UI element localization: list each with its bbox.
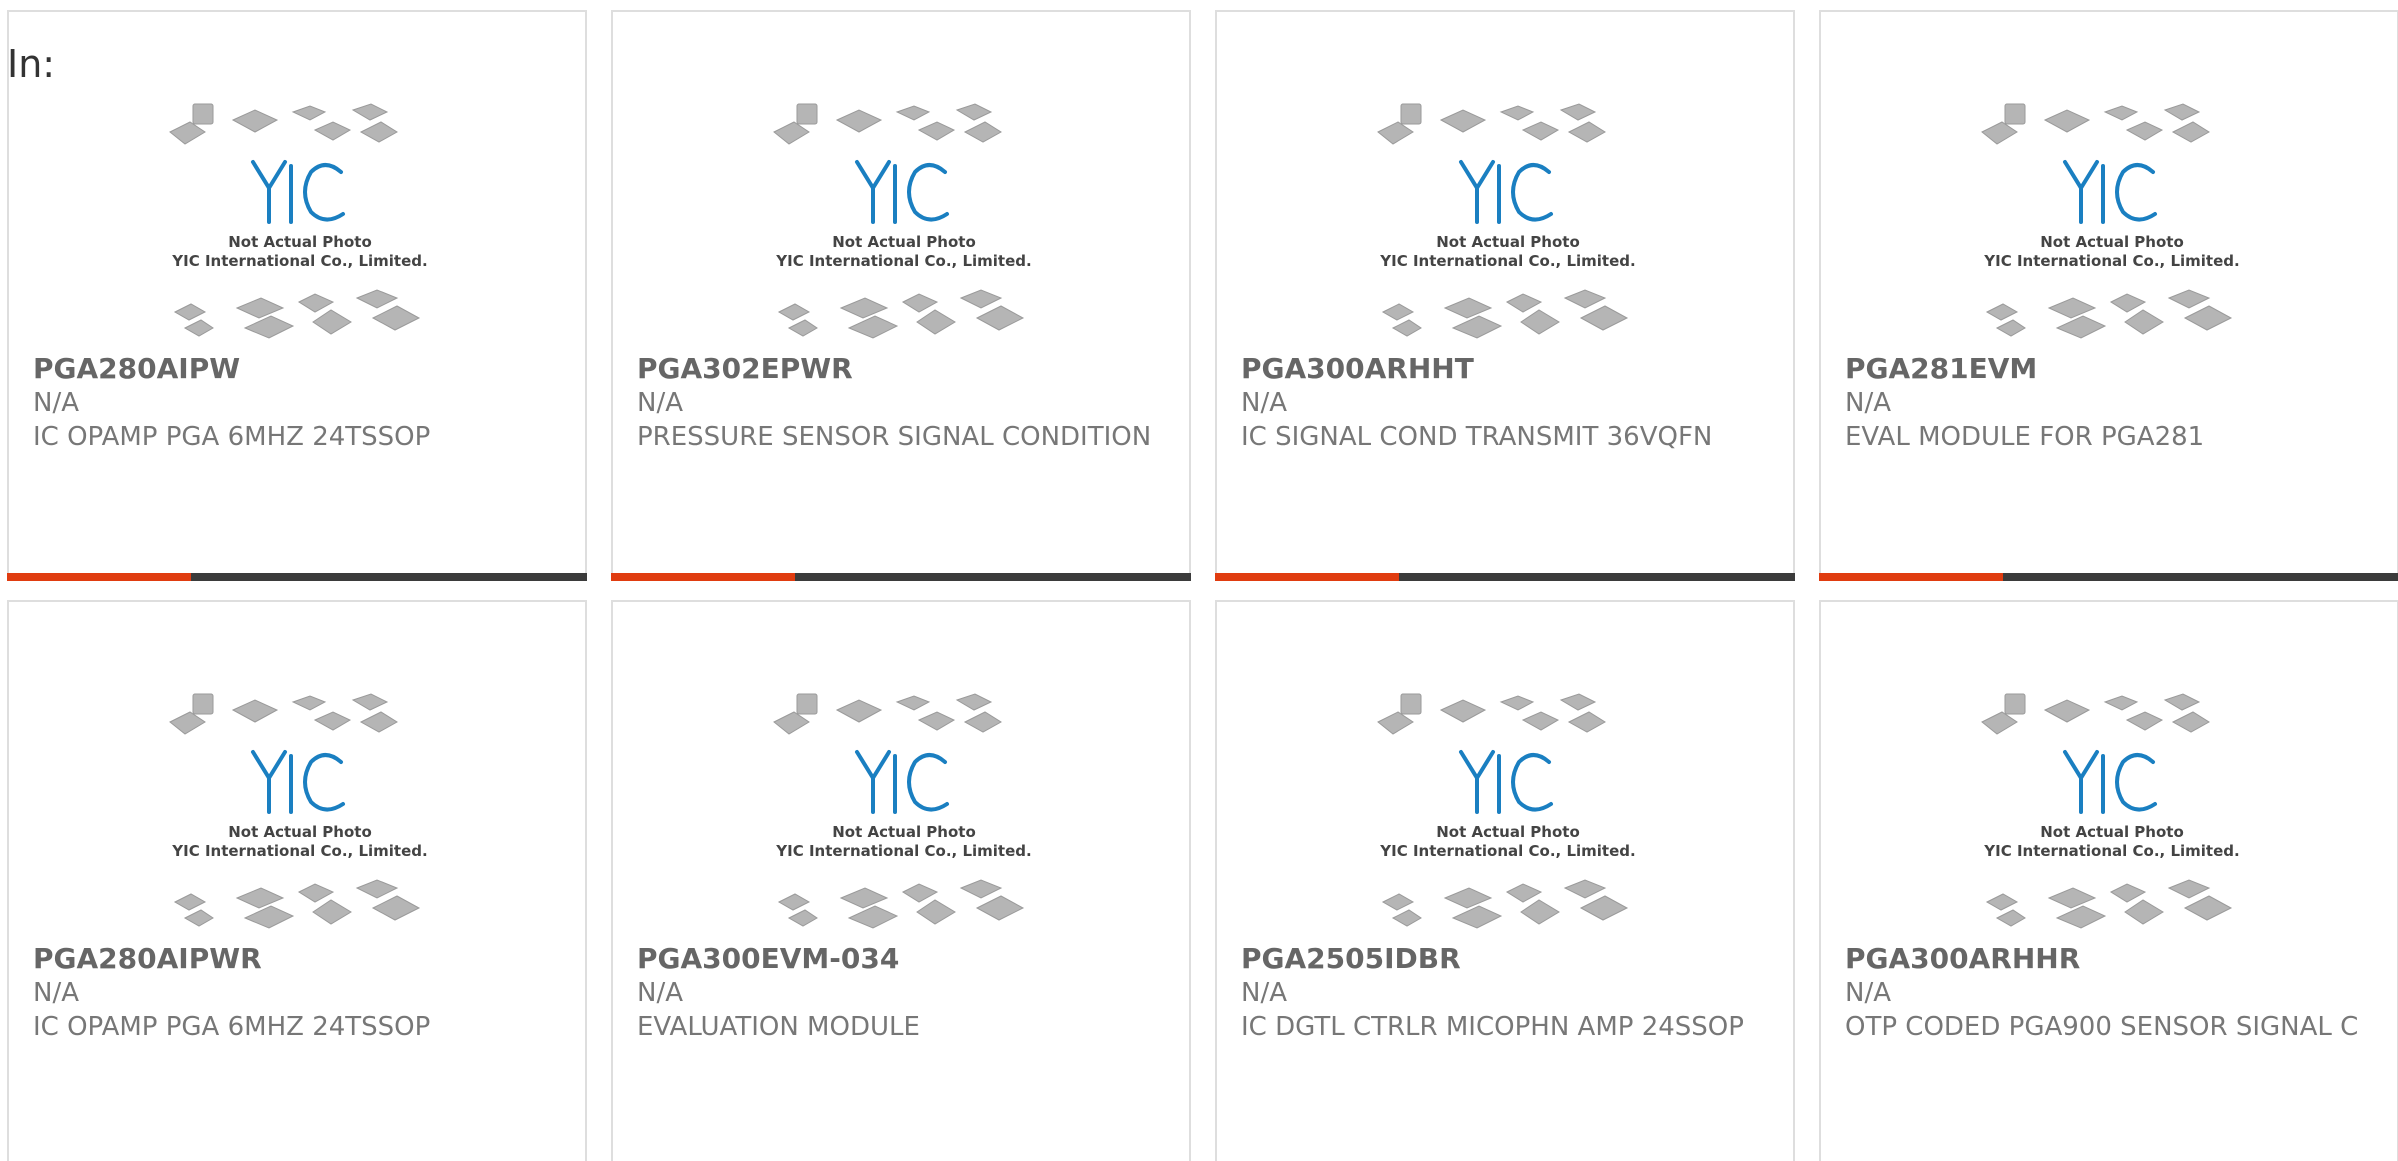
placeholder-image: Not Actual Photo YIC International Co., … (773, 103, 1032, 339)
part-number[interactable]: PGA300ARHHR (1845, 942, 2080, 976)
card-accent-bar (7, 573, 191, 581)
product-card[interactable]: Not Actual Photo YIC International Co., … (7, 10, 587, 581)
manufacturer: N/A (1241, 388, 1287, 418)
card-footer-bar (1215, 573, 1795, 581)
product-card[interactable]: Not Actual Photo YIC International Co., … (611, 10, 1191, 581)
product-description: OTP CODED PGA900 SENSOR SIGNAL C (1845, 1012, 2359, 1042)
product-card[interactable]: Not Actual Photo YIC International Co., … (7, 600, 587, 1161)
svg-text:Not Actual Photo: Not Actual Photo (832, 823, 976, 841)
placeholder-image: Not Actual Photo YIC International Co., … (169, 103, 428, 339)
part-number[interactable]: PGA281EVM (1845, 352, 2037, 386)
product-description: IC OPAMP PGA 6MHZ 24TSSOP (33, 422, 431, 452)
product-description: IC DGTL CTRLR MICOPHN AMP 24SSOP (1241, 1012, 1744, 1042)
product-description: EVAL MODULE FOR PGA281 (1845, 422, 2205, 452)
manufacturer: N/A (33, 978, 79, 1008)
svg-text:Not Actual Photo: Not Actual Photo (228, 233, 372, 251)
card-accent-bar (1819, 573, 2003, 581)
product-grid: Not Actual Photo YIC International Co., … (7, 10, 2398, 1161)
svg-text:Not Actual Photo: Not Actual Photo (228, 823, 372, 841)
svg-text:YIC International Co., Limited: YIC International Co., Limited. (775, 842, 1031, 860)
product-card[interactable]: Not Actual Photo YIC International Co., … (1215, 600, 1795, 1161)
placeholder-image: Not Actual Photo YIC International Co., … (1377, 693, 1636, 929)
manufacturer: N/A (33, 388, 79, 418)
svg-text:YIC International Co., Limited: YIC International Co., Limited. (775, 252, 1031, 270)
part-number[interactable]: PGA2505IDBR (1241, 942, 1461, 976)
svg-text:Not Actual Photo: Not Actual Photo (2040, 233, 2184, 251)
placeholder-image: Not Actual Photo YIC International Co., … (1981, 103, 2240, 339)
card-footer-bar (1819, 573, 2398, 581)
svg-text:YIC International Co., Limited: YIC International Co., Limited. (1379, 252, 1635, 270)
card-footer-bar (7, 573, 587, 581)
manufacturer: N/A (637, 978, 683, 1008)
svg-text:YIC International Co., Limited: YIC International Co., Limited. (171, 842, 427, 860)
svg-text:YIC International Co., Limited: YIC International Co., Limited. (171, 252, 427, 270)
manufacturer: N/A (1845, 978, 1891, 1008)
product-listing-page: In: Not Actual Photo YIC International C… (0, 0, 2398, 1161)
product-card[interactable]: Not Actual Photo YIC International Co., … (1819, 600, 2398, 1161)
manufacturer: N/A (637, 388, 683, 418)
product-card[interactable]: Not Actual Photo YIC International Co., … (1215, 10, 1795, 581)
part-number[interactable]: PGA280AIPWR (33, 942, 262, 976)
product-description: PRESSURE SENSOR SIGNAL CONDITION (637, 422, 1152, 452)
part-number[interactable]: PGA300EVM-034 (637, 942, 899, 976)
card-accent-bar (1215, 573, 1399, 581)
svg-text:YIC International Co., Limited: YIC International Co., Limited. (1983, 842, 2239, 860)
placeholder-image: Not Actual Photo YIC International Co., … (1377, 103, 1636, 339)
in-label: In: (7, 42, 56, 86)
svg-text:YIC International Co., Limited: YIC International Co., Limited. (1379, 842, 1635, 860)
card-footer-bar (611, 573, 1191, 581)
part-number[interactable]: PGA300ARHHT (1241, 352, 1474, 386)
part-number[interactable]: PGA302EPWR (637, 352, 853, 386)
svg-text:Not Actual Photo: Not Actual Photo (832, 233, 976, 251)
placeholder-image: Not Actual Photo YIC International Co., … (1981, 693, 2240, 929)
svg-text:Not Actual Photo: Not Actual Photo (1436, 823, 1580, 841)
card-accent-bar (611, 573, 795, 581)
svg-text:Not Actual Photo: Not Actual Photo (2040, 823, 2184, 841)
product-description: EVALUATION MODULE (637, 1012, 920, 1042)
svg-text:YIC International Co., Limited: YIC International Co., Limited. (1983, 252, 2239, 270)
product-description: IC OPAMP PGA 6MHZ 24TSSOP (33, 1012, 431, 1042)
product-card[interactable]: Not Actual Photo YIC International Co., … (611, 600, 1191, 1161)
svg-text:Not Actual Photo: Not Actual Photo (1436, 233, 1580, 251)
manufacturer: N/A (1241, 978, 1287, 1008)
product-card[interactable]: Not Actual Photo YIC International Co., … (1819, 10, 2398, 581)
placeholder-image: Not Actual Photo YIC International Co., … (169, 693, 428, 929)
part-number[interactable]: PGA280AIPW (33, 352, 240, 386)
product-description: IC SIGNAL COND TRANSMIT 36VQFN (1241, 422, 1713, 452)
manufacturer: N/A (1845, 388, 1891, 418)
placeholder-image: Not Actual Photo YIC International Co., … (773, 693, 1032, 929)
